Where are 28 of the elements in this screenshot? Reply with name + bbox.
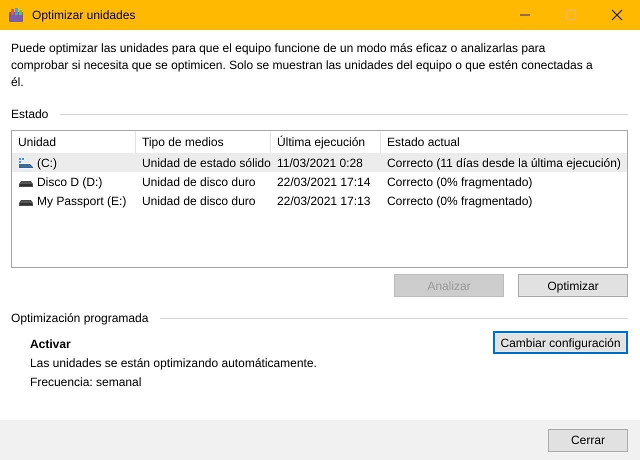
table-cell: 22/03/2021 17:13 [277,194,370,208]
action-button[interactable]: Optimizar [518,274,628,297]
drive-row[interactable]: Disco D (D:) Unidad de disco duro 22/03/2021 17:14 Correcto (0% fragmentado) [12,172,627,191]
close-dialog-button[interactable]: Cerrar [548,428,628,452]
table-cell: Unidad de disco duro [142,194,256,208]
ssd-drive-icon [18,156,34,168]
column-header[interactable]: Estado actual [381,131,611,153]
section-title: Optimización programada [11,311,148,325]
frequency-text: Frecuencia: semanal [30,375,142,389]
table-cell: My Passport (E:) [37,194,126,208]
schedule-state: Activar [30,337,72,351]
drive-row[interactable]: My Passport (E:) Unidad de disco duro 22/03/2021 17:13 Correcto (0% fragmentado) [12,191,627,210]
schedule-info: Las unidades se están optimizando automáticamente. [30,356,317,370]
window-title: Optimizar unidades [32,8,136,22]
table-cell: (C:) [37,156,57,170]
description-text: Puede optimizar las unidades para que el equipo funcione de un modo más eficaz o analizarlas para comprobar si necesita que se optimicen. Solo se muestran las unidades del equipo o que estén conectadas a él. [11,40,594,91]
table-cell: Correcto (0% fragmentado) [387,174,532,188]
table-cell: Correcto (11 días desde la última ejecución) [387,156,621,170]
change-settings-button[interactable]: Cambiar configuración [493,331,628,354]
table-cell: 11/03/2021 0:28 [277,156,363,170]
section-title: Estado [11,107,48,121]
table-cell: Correcto (0% fragmentado) [387,194,532,208]
table-cell: Disco D (D:) [37,174,102,188]
app-icon [8,7,24,23]
table-cell: Unidad de estado sólido [142,156,271,170]
drive-row[interactable]: (C:) Unidad de estado sólido 11/03/2021 0:28 Correcto (11 días desde la última ejecución) [12,153,627,172]
table-cell: 22/03/2021 17:14 [277,174,370,188]
table-cell: Unidad de disco duro [142,174,256,188]
